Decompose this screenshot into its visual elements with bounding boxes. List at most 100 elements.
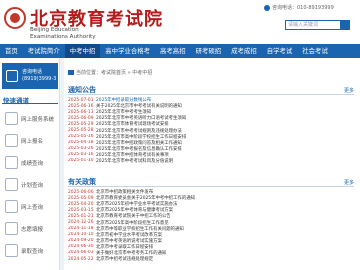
item-title[interactable]: 北京市中考英语听说考试实施方案	[96, 238, 162, 244]
sidebar-item[interactable]: 成绩查询	[2, 152, 58, 174]
hotline-banner[interactable]: 咨询电话 (8919)3999-3	[2, 63, 58, 89]
sidebar-item-label: 网上服务系统	[21, 117, 55, 123]
nav-item[interactable]: 成考成招	[226, 44, 262, 58]
item-title[interactable]: 2025年北京市中考考生须知	[96, 109, 151, 115]
sidebar-item-label: 计划查询	[21, 183, 44, 189]
item-title[interactable]: 2025年中招录取分数线公布	[96, 97, 151, 103]
search-icon	[5, 200, 18, 213]
item-title[interactable]: 北京市中招考试违规处理规定	[96, 256, 153, 262]
nav-item[interactable]: 研考硕招	[191, 44, 227, 58]
sidebar-item-label: 成绩查询	[21, 161, 44, 167]
item-title[interactable]: 2025年北京市中考考试科目及分值说明	[96, 158, 173, 164]
item-date: 2025-06-06	[68, 189, 94, 195]
item-date: 2025-01-10	[68, 158, 94, 164]
sidebar-item[interactable]: 网上报名	[2, 130, 58, 152]
item-title[interactable]: 北京市中等职业学校招生工作有关问题的通知	[96, 226, 184, 232]
item-title[interactable]: 北京市教育考试院关于中招工作的公告	[96, 213, 171, 219]
sidebar-item-label: 网上报名	[21, 139, 44, 145]
item-title[interactable]: 2025年北京市体育考试现场考试安排	[96, 121, 169, 127]
item-title[interactable]: 2025年北京市中考考试规则及违规处理办法	[96, 128, 182, 134]
nav-item[interactable]: 社会考试	[297, 44, 333, 58]
form-icon	[5, 134, 18, 147]
hotline-label: 咨询电话	[22, 69, 43, 75]
item-date: 2025-01-21	[68, 213, 94, 219]
divider	[68, 186, 354, 187]
nav-item[interactable]: 中考中招	[64, 44, 101, 58]
sidebar-item-label: 网上查询	[21, 205, 44, 211]
item-date: 2025-03-15	[68, 207, 94, 213]
breadcrumb-text[interactable]: 当前位置：考试院首页 » 中考中招	[76, 70, 152, 76]
notice-more-link[interactable]: 更多	[344, 87, 354, 94]
item-date: 2025-06-13	[68, 109, 94, 115]
item-date: 2025-04-20	[68, 201, 94, 207]
sidebar: 咨询电话 (8919)3999-3 快速通道 网上服务系统 网上报名 成绩查询 计划查…	[0, 58, 60, 270]
phone-text: 咨询电话：010-89193999	[272, 5, 334, 11]
item-date: 2025-03-16	[68, 152, 94, 158]
sidebar-item[interactable]: 网上查询	[2, 196, 58, 218]
item-title[interactable]: 2025年北京市中招政策问答及相关工作通知	[96, 140, 182, 146]
nav-item[interactable]: 高中学业合格考	[100, 44, 155, 58]
pen-icon	[5, 222, 18, 235]
hotline-number: (8919)3999-3	[22, 76, 57, 82]
sidebar-item[interactable]: 计划查询	[2, 174, 58, 196]
logo-seal-icon[interactable]	[4, 7, 26, 29]
item-title[interactable]: 北京市教育委员会关于2025年中考中招工作的通知	[96, 195, 195, 201]
search-input[interactable]: 请输入关键词	[285, 20, 347, 30]
monitor-icon	[5, 112, 18, 125]
nav-item[interactable]: 自学考试	[262, 44, 298, 58]
list-item[interactable]: 2024-05-22 北京市中招考试违规处理规定	[68, 256, 354, 263]
item-title[interactable]: 关于2025年北京市中考考试有关说明的通知	[96, 103, 182, 109]
list-item[interactable]: 2025-01-10 2025年北京市中考考试科目及分值说明	[68, 158, 354, 164]
divider	[68, 94, 354, 95]
item-date: 2025-06-16	[68, 103, 94, 109]
item-title[interactable]: 关于做好北京市中考考务工作的通知	[96, 250, 166, 256]
item-date: 2024-11-18	[68, 226, 94, 232]
hotline-icon	[6, 70, 18, 82]
phone-info: 咨询电话：010-89193999	[264, 4, 334, 11]
item-title[interactable]: 北京市2025年初中学业水平考试实施办法	[96, 201, 177, 207]
chart-icon	[5, 156, 18, 169]
sidebar-item-label: 录取查询	[21, 249, 44, 255]
item-title[interactable]: 北京市中考录取工作日程安排	[96, 244, 153, 250]
item-title[interactable]: 北京市初中学业水平考试改革方案	[96, 232, 162, 238]
item-date: 2024-12-26	[68, 220, 94, 226]
item-title[interactable]: 2025年北京市中考报名及信息确认工作安排	[96, 146, 182, 152]
notice-list: 2025-07-01 2025年中招录取分数线公布 2025-06-16 关于2025…	[68, 97, 354, 164]
nav-item[interactable]: 高考高招	[155, 44, 191, 58]
item-date: 2025-04-18	[68, 140, 94, 146]
policy-more-link[interactable]: 更多	[344, 179, 354, 186]
phone-icon	[264, 4, 270, 11]
home-icon[interactable]	[68, 70, 74, 75]
check-icon	[5, 244, 18, 257]
item-date: 2025-05-16	[68, 134, 94, 140]
item-date: 2025-05-09	[68, 195, 94, 201]
nav-item[interactable]: 考试院简介	[23, 44, 65, 58]
sidebar-item[interactable]: 录取查询	[2, 240, 58, 262]
item-date: 2025-06-09	[68, 115, 94, 121]
search-button[interactable]	[340, 20, 350, 30]
item-date: 2024-09-20	[68, 238, 94, 244]
item-date: 2024-06-03	[68, 250, 94, 256]
divider	[2, 103, 58, 104]
logo-english-line1: Beijing Education	[30, 27, 79, 33]
sidebar-item[interactable]: 网上服务系统	[2, 108, 58, 130]
item-date: 2025-03-26	[68, 146, 94, 152]
nav-item[interactable]: 首页	[0, 44, 23, 58]
item-title[interactable]: 2025年北京市中招体育考试有关事项	[96, 152, 169, 158]
sidebar-item[interactable]: 志愿填报	[2, 218, 58, 240]
item-title[interactable]: 北京市中招政策相关文件发布	[96, 189, 153, 195]
breadcrumb: 当前位置：考试院首页 » 中考中招	[68, 69, 152, 76]
logo-english-line2: Examinations Authority	[30, 34, 96, 40]
item-title[interactable]: 北京市2025年中考体育与健康考试方案	[96, 207, 173, 213]
calendar-icon	[5, 178, 18, 191]
sidebar-item-label: 志愿填报	[21, 227, 44, 233]
item-title[interactable]: 北京市2025年高中阶段招生工作意见	[96, 220, 169, 226]
item-title[interactable]: 2025年北京市中考英语听力口语考试考生须知	[96, 115, 186, 121]
main-panel: 当前位置：考试院首页 » 中考中招 通知公告 更多 2025-07-01 2025…	[64, 58, 360, 270]
item-date: 2025-07-01	[68, 97, 94, 103]
policy-list: 2025-06-06 北京市中招政策相关文件发布 2025-05-09 北京市教育委员…	[68, 189, 354, 263]
header: 北京教育考试院 Beijing Education Examinations A…	[0, 0, 360, 44]
item-title[interactable]: 2025年北京市高中阶段学校招生工作日程安排	[96, 134, 186, 140]
item-date: 2024-10-10	[68, 232, 94, 238]
item-date: 2025-05-28	[68, 128, 94, 134]
